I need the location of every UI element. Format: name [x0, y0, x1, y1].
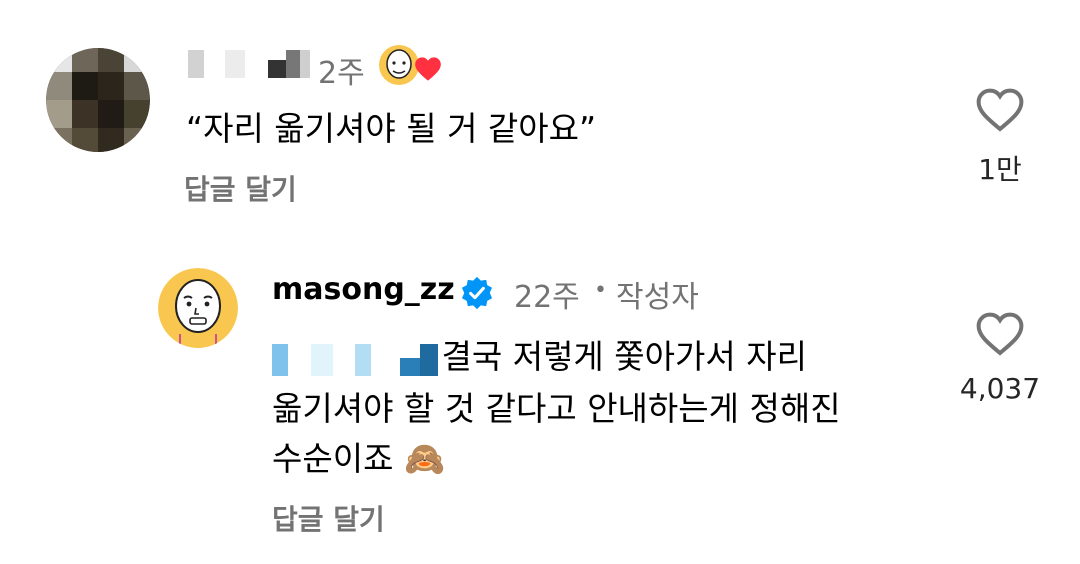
- username-redacted[interactable]: [188, 50, 311, 82]
- heart-outline-icon[interactable]: [976, 312, 1024, 356]
- heart-outline-icon[interactable]: [976, 88, 1024, 132]
- like-count: 1만: [978, 153, 1022, 186]
- mention-redacted[interactable]: [272, 334, 438, 384]
- comment-text: 결국 저렇게 쫓아가서 자리: [441, 337, 807, 376]
- username[interactable]: masong_zz: [272, 272, 455, 307]
- avatar[interactable]: [46, 44, 150, 156]
- separator-dot: •: [594, 278, 607, 303]
- comment-line: 결국 저렇게 쫓아가서 자리: [272, 332, 841, 384]
- comment-line: 옮기셔야 할 것 같다고 안내하는게 정해진: [272, 388, 841, 428]
- comment-text: 수순이죠: [272, 438, 394, 478]
- see-no-evil-monkey-icon: 🙈: [403, 438, 446, 478]
- comment-time: 2주: [318, 56, 365, 91]
- author-badge: 작성자: [616, 280, 699, 315]
- creator-liked-badge: [378, 44, 442, 88]
- reply-button[interactable]: 답글 달기: [272, 498, 385, 538]
- avatar[interactable]: [158, 268, 238, 348]
- comment-text: “자리 옮기셔야 될 거 같아요”: [186, 109, 597, 148]
- comment-time: 22주: [514, 280, 580, 315]
- reply-button[interactable]: 답글 달기: [184, 168, 297, 208]
- like-count: 4,037: [959, 372, 1041, 405]
- comment-body: 결국 저렇게 쫓아가서 자리 옮기셔야 할 것 같다고 안내하는게 정해진 수순…: [272, 332, 841, 484]
- comment-line: 수순이죠 🙈: [272, 434, 841, 484]
- verified-badge-icon: [461, 276, 493, 310]
- heart-filled-icon: [415, 57, 441, 81]
